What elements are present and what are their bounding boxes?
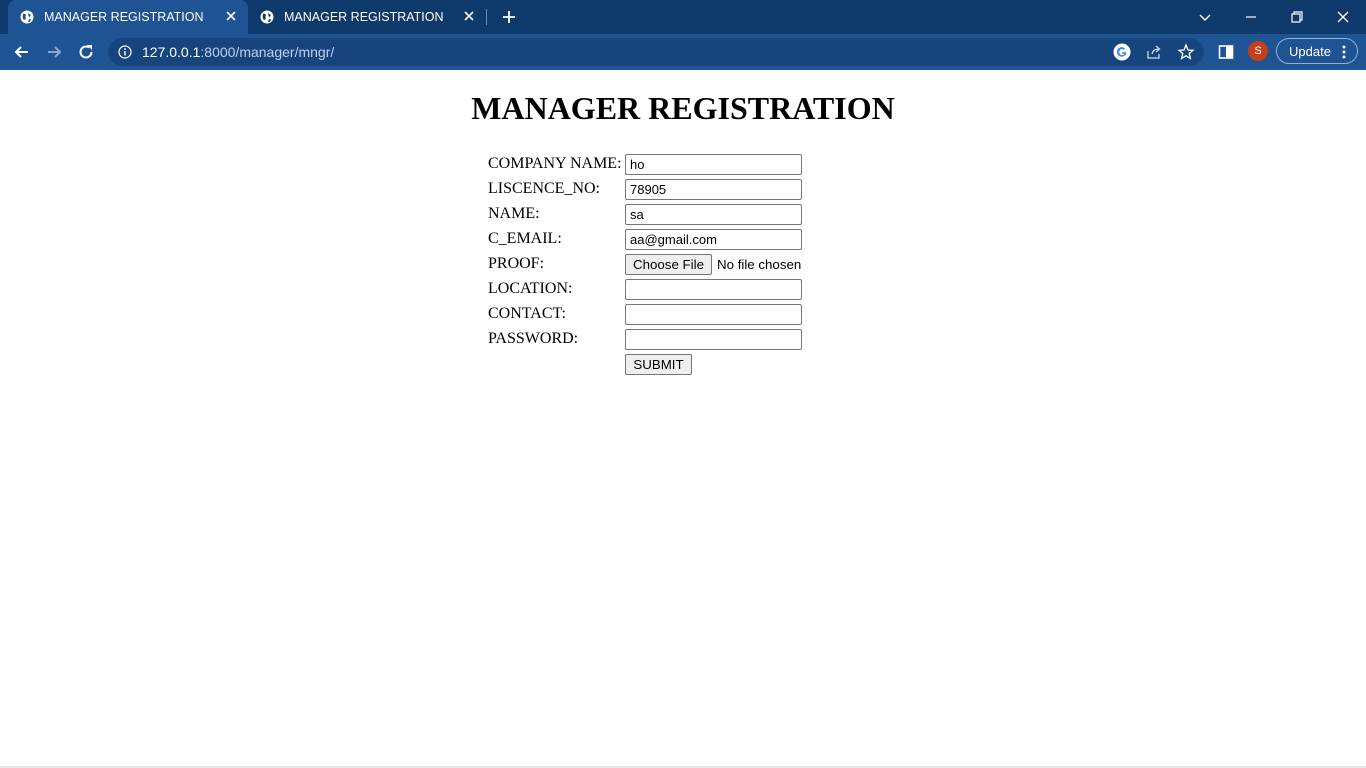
google-icon[interactable] (1113, 43, 1131, 61)
tab-search-chevron-icon[interactable] (1194, 6, 1216, 28)
profile-avatar[interactable]: S (1248, 41, 1268, 61)
site-info-icon[interactable] (118, 45, 132, 59)
side-panel-icon[interactable] (1217, 43, 1235, 61)
contact-label: CONTACT: (488, 305, 566, 322)
back-arrow-icon[interactable] (12, 42, 32, 62)
tab-manager-registration[interactable]: MANAGER REGISTRATION (248, 0, 486, 34)
company-name-label: COMPANY NAME: (488, 155, 622, 172)
licence-no-input[interactable] (625, 179, 802, 200)
password-label: PASSWORD: (488, 330, 579, 347)
tab-manager-registration-active[interactable]: MANAGER REGISTRATION (8, 0, 248, 34)
tab-title: MANAGER REGISTRATION (284, 10, 444, 24)
name-label: NAME: (488, 205, 540, 222)
company-name-input[interactable] (625, 154, 802, 175)
c-email-input[interactable] (625, 229, 802, 250)
globe-icon (260, 10, 274, 24)
bookmark-star-icon[interactable] (1177, 43, 1195, 61)
proof-label: PROOF: (488, 255, 545, 272)
address-bar[interactable]: 127.0.0.1:8000/manager/mngr/ (108, 38, 1204, 66)
reload-icon[interactable] (76, 42, 96, 62)
page-title: MANAGER REGISTRATION (471, 90, 895, 126)
more-menu-icon[interactable] (1341, 44, 1347, 60)
close-tab-icon[interactable] (462, 9, 476, 23)
tab-strip: MANAGER REGISTRATION MANAGER REGISTRATIO… (0, 0, 1366, 34)
location-label: LOCATION: (488, 280, 573, 297)
close-tab-icon[interactable] (224, 9, 238, 23)
choose-file-button[interactable]: Choose File (625, 254, 712, 275)
update-label: Update (1289, 44, 1331, 59)
tab-title: MANAGER REGISTRATION (44, 10, 204, 24)
new-tab-icon[interactable] (500, 8, 518, 26)
forward-arrow-icon[interactable] (44, 42, 64, 62)
browser-toolbar: 127.0.0.1:8000/manager/mngr/ (0, 34, 1366, 70)
c-email-label: C_EMAIL: (488, 230, 562, 247)
licence-no-label: LISCENCE_NO: (488, 180, 600, 197)
contact-input[interactable] (625, 304, 802, 325)
url-text[interactable]: 127.0.0.1:8000/manager/mngr/ (142, 44, 334, 60)
tab-separator (486, 9, 487, 25)
update-button[interactable]: Update (1276, 38, 1358, 64)
url-host: 127.0.0.1 (142, 44, 201, 60)
submit-button[interactable]: SUBMIT (625, 354, 692, 375)
location-input[interactable] (625, 279, 802, 300)
globe-icon (20, 10, 34, 24)
name-input[interactable] (625, 204, 802, 225)
restore-icon[interactable] (1286, 6, 1308, 28)
url-path: :8000/manager/mngr/ (200, 44, 335, 60)
share-icon[interactable] (1145, 43, 1163, 61)
minimize-icon[interactable] (1240, 6, 1262, 28)
close-window-icon[interactable] (1332, 6, 1354, 28)
password-input[interactable] (625, 329, 802, 350)
file-status-text: No file chosen (717, 257, 802, 272)
